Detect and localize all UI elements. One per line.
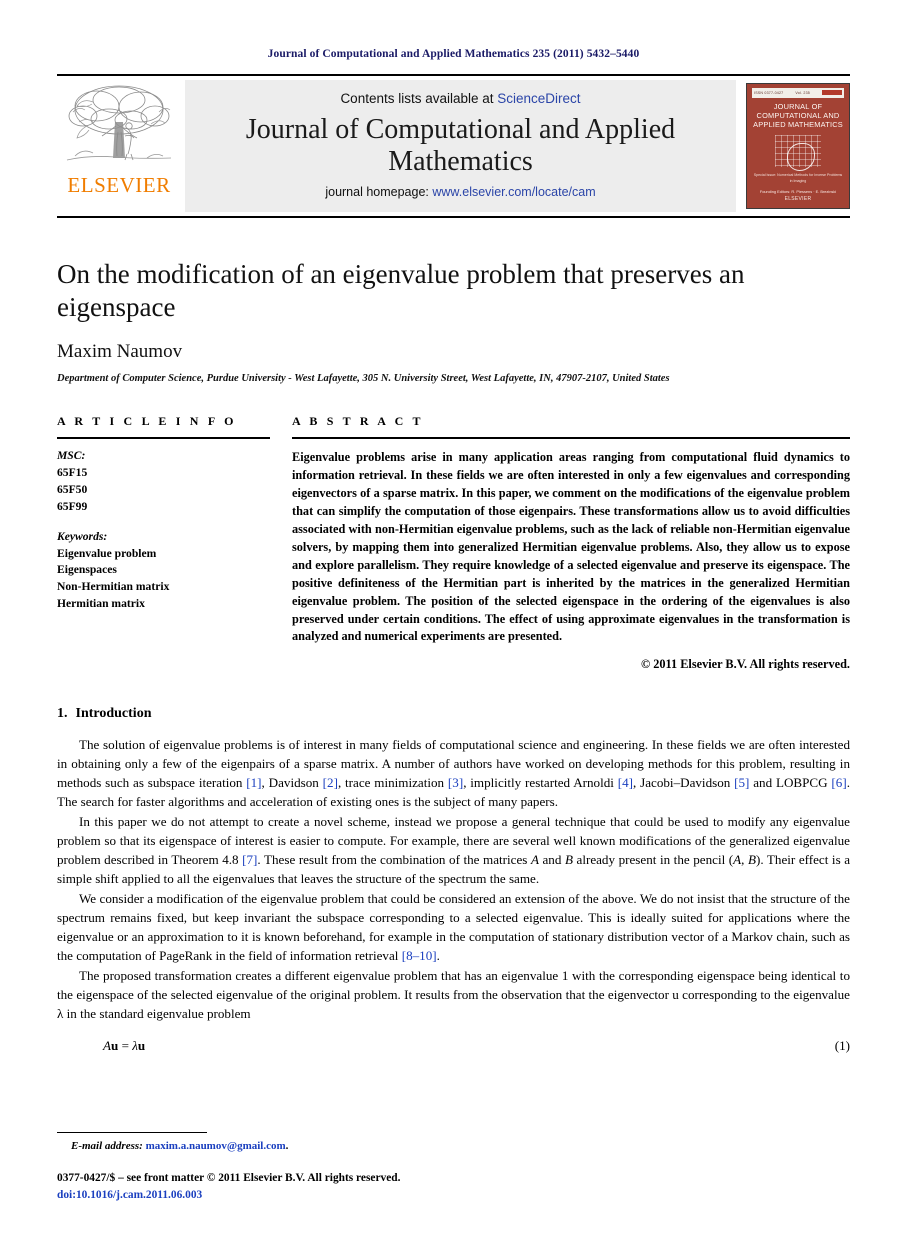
- msc-code: 65F99: [57, 499, 88, 513]
- journal-masthead: ELSEVIER Contents lists available at Sci…: [57, 74, 850, 218]
- author-name: Maxim Naumov: [57, 340, 183, 362]
- article-info-rule: [57, 436, 270, 439]
- front-matter-line: 0377-0427/$ – see front matter © 2011 El…: [57, 1171, 401, 1184]
- footnote-divider: [57, 1131, 207, 1133]
- paper-title: On the modification of an eigenvalue pro…: [57, 259, 745, 323]
- msc-code: 65F50: [57, 482, 88, 496]
- paragraph-4: The proposed transformation creates a di…: [57, 967, 850, 1024]
- abstract-heading: A B S T R A C T: [292, 413, 424, 428]
- email-link[interactable]: maxim.a.naumov@gmail.com: [146, 1140, 286, 1152]
- citation-3[interactable]: [3]: [448, 775, 463, 790]
- cover-subtitle: Special Issue: Numerical Methods for Inv…: [753, 173, 843, 183]
- keyword-item: Non-Hermitian matrix: [57, 580, 170, 594]
- abstract-column: A B S T R A C T Eigenvalue problems aris…: [292, 414, 850, 672]
- elsevier-wordmark: ELSEVIER: [67, 173, 171, 197]
- email-suffix: .: [285, 1139, 289, 1152]
- article-info-column: A R T I C L E I N F O MSC: 65F15 65F50 6…: [57, 414, 292, 613]
- journal-title: Journal of Computational and Applied Mat…: [245, 114, 676, 177]
- section-heading-introduction: 1. Introduction: [57, 706, 850, 722]
- p4-text: The proposed transformation creates a di…: [57, 968, 850, 1022]
- section-number: 1.: [57, 706, 68, 722]
- citation-2[interactable]: [2]: [323, 775, 338, 790]
- equation-1: Au = λu: [57, 1038, 835, 1054]
- keyword-item: Eigenvalue problem: [57, 546, 157, 560]
- cover-topbar-left: ISSN 0377-0427: [754, 90, 784, 95]
- citation-4[interactable]: [4]: [618, 775, 633, 790]
- cover-bottom: ELSEVIER: [785, 194, 812, 204]
- paragraph-2: In this paper we do not attempt to creat…: [57, 813, 850, 889]
- abstract-copyright: © 2011 Elsevier B.V. All rights reserved…: [640, 657, 850, 672]
- msc-label: MSC:: [57, 448, 86, 462]
- running-head: Journal of Computational and Applied Mat…: [267, 48, 640, 60]
- p1-text-c: , trace minimization: [337, 775, 448, 791]
- keywords-label: Keywords:: [57, 529, 108, 543]
- info-abstract-row: A R T I C L E I N F O MSC: 65F15 65F50 6…: [57, 414, 850, 672]
- imprint-block: 0377-0427/$ – see front matter © 2011 El…: [57, 1170, 850, 1204]
- citation-7[interactable]: [7]: [242, 852, 257, 867]
- p2-text-d: already present in the pencil (: [572, 852, 734, 868]
- section-label: Introduction: [75, 706, 152, 722]
- cover-mesh-graphic: [775, 134, 821, 172]
- doi-link[interactable]: doi:10.1016/j.cam.2011.06.003: [57, 1187, 850, 1204]
- article-info-heading: A R T I C L E I N F O: [57, 413, 237, 428]
- masthead-center-panel: Contents lists available at ScienceDirec…: [185, 80, 736, 212]
- citation-6[interactable]: [6]: [831, 775, 846, 790]
- homepage-url-link[interactable]: www.elsevier.com/locate/cam: [432, 185, 595, 199]
- email-footnote: E-mail address: maxim.a.naumov@gmail.com…: [57, 1140, 850, 1152]
- homepage-prefix: journal homepage:: [325, 184, 433, 199]
- sciencedirect-link[interactable]: ScienceDirect: [497, 91, 580, 106]
- p3-text-a: We consider a modification of the eigenv…: [57, 891, 850, 964]
- citation-5[interactable]: [5]: [734, 775, 749, 790]
- p3-text-b: .: [436, 948, 440, 964]
- equation-1-vector-rhs: u: [137, 1038, 146, 1054]
- paper-page: Journal of Computational and Applied Mat…: [0, 0, 907, 1238]
- p1-text-d: , implicitly restarted Arnoldi: [463, 775, 618, 791]
- page-footer: E-mail address: maxim.a.naumov@gmail.com…: [57, 1131, 850, 1204]
- keyword-item: Eigenspaces: [57, 563, 117, 577]
- author-affiliation: Department of Computer Science, Purdue U…: [57, 372, 670, 384]
- p1-text-b: , Davidson: [261, 775, 323, 791]
- elsevier-logo: ELSEVIER: [57, 80, 181, 212]
- abstract-rule: [292, 436, 850, 439]
- cover-title: JOURNAL OF COMPUTATIONAL AND APPLIED MAT…: [753, 101, 843, 129]
- p2-text-e: ,: [741, 852, 748, 868]
- homepage-line: journal homepage: www.elsevier.com/locat…: [325, 185, 595, 199]
- math-var-B-2: B: [747, 852, 756, 868]
- abstract-text: Eigenvalue problems arise in many applic…: [292, 449, 850, 644]
- p1-text-f: and LOBPCG: [749, 775, 832, 791]
- paragraph-1: The solution of eigenvalue problems is o…: [57, 736, 850, 812]
- citation-8-10[interactable]: [8–10]: [402, 948, 437, 963]
- msc-group: MSC: 65F15 65F50 65F99: [57, 448, 270, 516]
- p2-text-c: and: [538, 852, 565, 868]
- equation-1-equals: =: [121, 1038, 129, 1054]
- p2-text-b: . These result from the combination of t…: [257, 852, 531, 868]
- cover-elsevier-imprint: ELSEVIER: [784, 196, 812, 202]
- msc-code: 65F15: [57, 465, 88, 479]
- journal-cover-thumbnail: ISSN 0377-0427 Vol. 235 JOURNAL OF COMPU…: [746, 83, 850, 209]
- math-var-B: B: [564, 852, 573, 868]
- keywords-group: Keywords: Eigenvalue problem Eigenspaces…: [57, 529, 270, 614]
- math-var-A-2: A: [733, 852, 742, 868]
- title-block: On the modification of an eigenvalue pro…: [57, 258, 850, 384]
- citation-1[interactable]: [1]: [246, 775, 261, 790]
- elsevier-tree-icon: [66, 85, 172, 161]
- contents-prefix: Contents lists available at: [340, 91, 498, 107]
- p1-text-e: , Jacobi–Davidson: [633, 775, 735, 791]
- cover-topbar-accent: [822, 90, 842, 96]
- equation-1-matrix: A: [103, 1038, 111, 1054]
- contents-line: Contents lists available at ScienceDirec…: [340, 91, 580, 106]
- cover-topbar-mid: Vol. 235: [795, 90, 810, 95]
- equation-1-vector-lhs: u: [111, 1038, 119, 1054]
- cover-topbar: ISSN 0377-0427 Vol. 235: [752, 88, 844, 98]
- math-var-A: A: [530, 852, 539, 868]
- email-label: E-mail address:: [71, 1139, 143, 1152]
- paragraph-3: We consider a modification of the eigenv…: [57, 890, 850, 966]
- equation-1-row: Au = λu (1): [57, 1038, 850, 1054]
- keyword-item: Hermitian matrix: [57, 597, 145, 611]
- article-info-body: MSC: 65F15 65F50 65F99 Keywords: Eigenva…: [57, 448, 270, 613]
- equation-1-number: (1): [834, 1038, 850, 1054]
